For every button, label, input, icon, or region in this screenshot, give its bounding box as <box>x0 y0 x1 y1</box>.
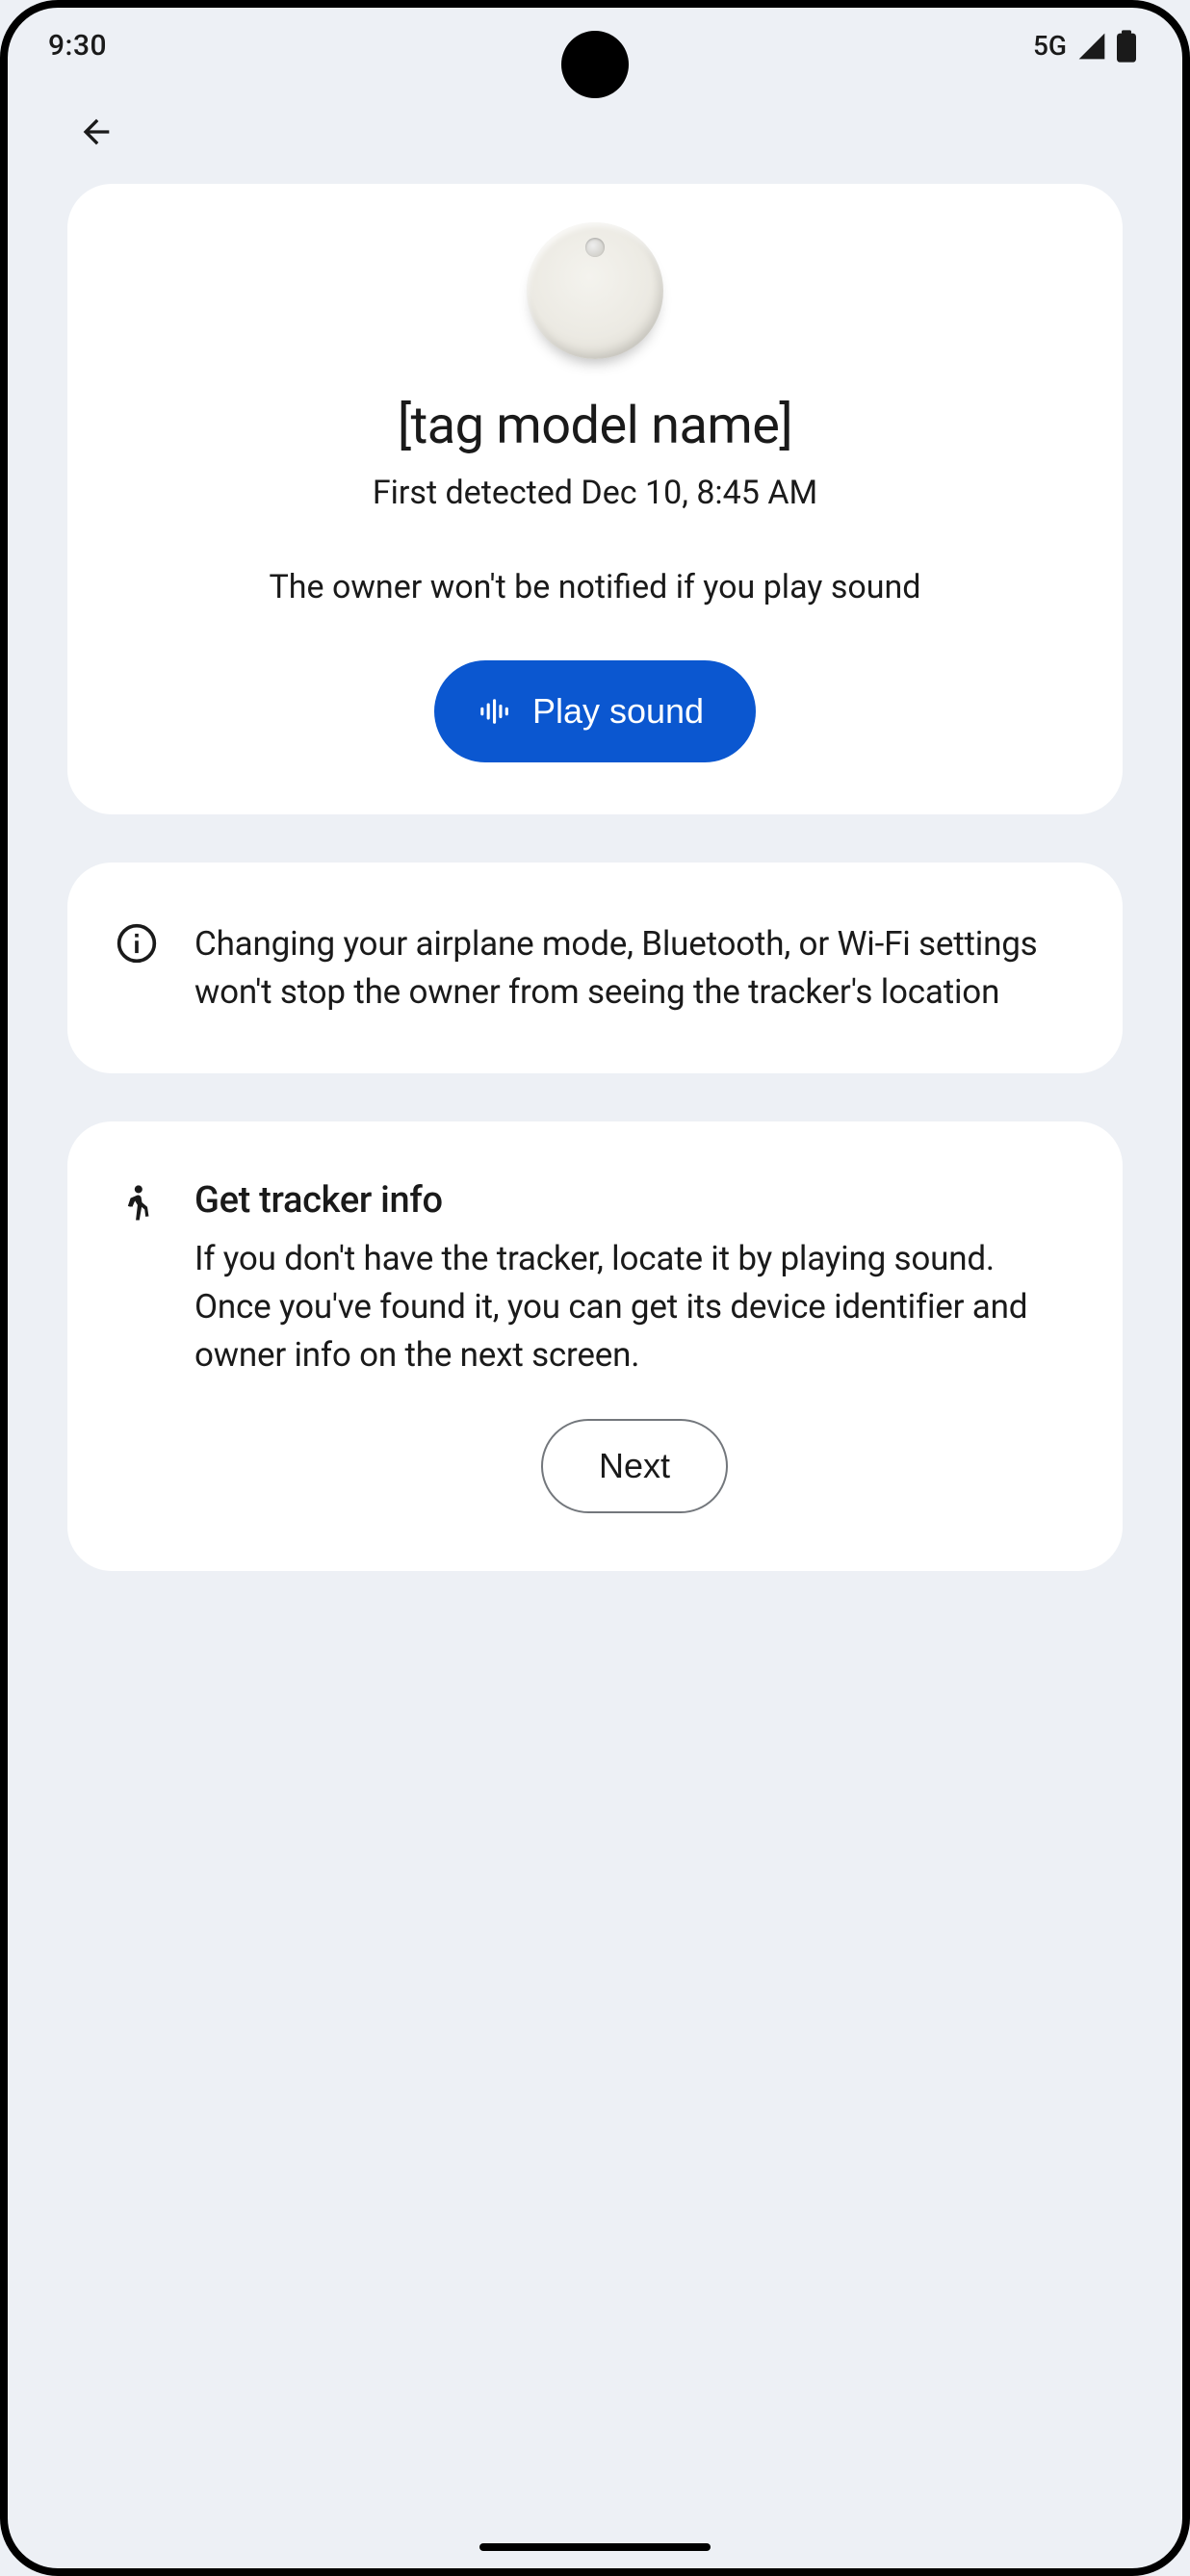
status-bar: 9:30 5G <box>0 0 1190 72</box>
tracker-info-card: Get tracker info If you don't have the t… <box>67 1121 1123 1571</box>
status-time: 9:30 <box>48 29 107 63</box>
back-arrow-icon[interactable] <box>77 113 116 151</box>
first-detected-label: First detected Dec 10, 8:45 AM <box>116 474 1074 512</box>
network-label: 5G <box>1033 30 1067 62</box>
play-sound-button-label: Play sound <box>532 691 704 732</box>
gesture-bar[interactable] <box>479 2543 711 2551</box>
next-button[interactable]: Next <box>541 1419 728 1513</box>
tracker-image <box>116 222 1074 359</box>
tracker-model-name: [tag model name] <box>116 396 1074 456</box>
tracker-info-title: Get tracker info <box>194 1179 1074 1222</box>
walking-person-icon <box>116 1181 158 1227</box>
tracker-info-body: If you don't have the tracker, locate it… <box>194 1235 1074 1378</box>
play-sound-notice: The owner won't be notified if you play … <box>116 568 1074 606</box>
signal-icon <box>1076 31 1107 62</box>
hero-card: [tag model name] First detected Dec 10, … <box>67 184 1123 814</box>
status-right-icons: 5G <box>1033 30 1136 63</box>
sound-wave-icon <box>477 695 509 728</box>
info-icon <box>116 922 158 965</box>
play-sound-button[interactable]: Play sound <box>434 660 756 762</box>
info-card: Changing your airplane mode, Bluetooth, … <box>67 863 1123 1073</box>
battery-icon <box>1117 30 1136 63</box>
next-button-label: Next <box>599 1446 670 1486</box>
info-card-text: Changing your airplane mode, Bluetooth, … <box>194 920 1074 1016</box>
